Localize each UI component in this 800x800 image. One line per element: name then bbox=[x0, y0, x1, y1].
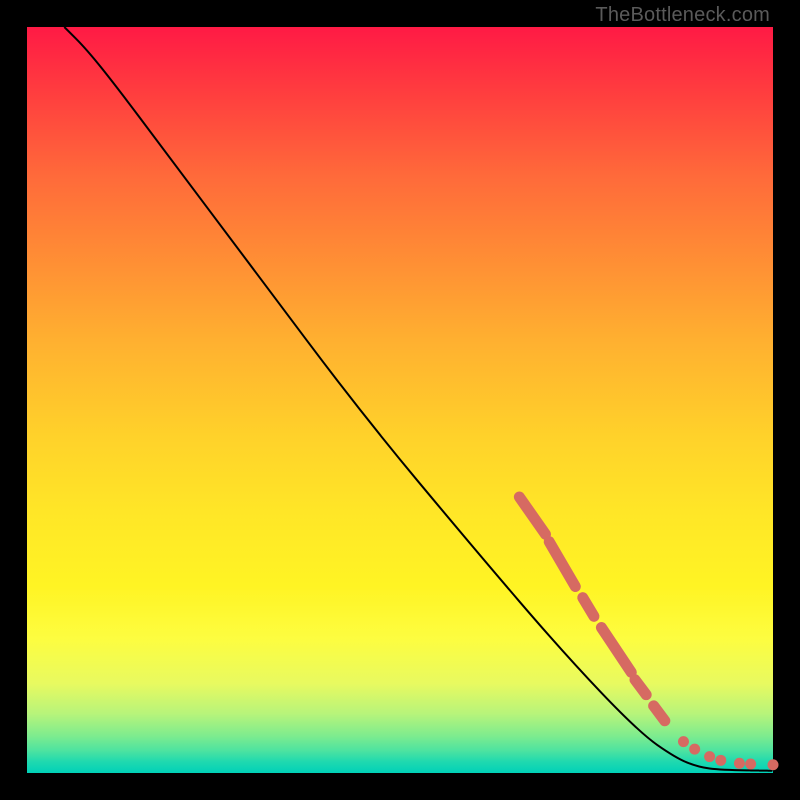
marker-dot bbox=[734, 758, 745, 769]
marker-segment bbox=[654, 706, 665, 721]
watermark-text: TheBottleneck.com bbox=[595, 4, 770, 27]
marker-dot bbox=[768, 759, 779, 770]
marker-segment bbox=[601, 628, 631, 673]
marker-segment bbox=[635, 680, 646, 695]
marker-dot bbox=[715, 755, 726, 766]
marker-dot bbox=[745, 759, 756, 770]
chart-frame: TheBottleneck.com bbox=[0, 0, 800, 800]
marker-dot bbox=[678, 736, 689, 747]
marker-segments bbox=[519, 497, 664, 721]
curve-layer bbox=[64, 27, 773, 771]
chart-svg bbox=[27, 27, 773, 773]
marker-segment bbox=[519, 497, 545, 534]
marker-dot bbox=[704, 751, 715, 762]
bottleneck-curve bbox=[64, 27, 773, 771]
marker-segment bbox=[549, 542, 575, 587]
marker-segment bbox=[583, 598, 594, 617]
marker-dot bbox=[689, 744, 700, 755]
